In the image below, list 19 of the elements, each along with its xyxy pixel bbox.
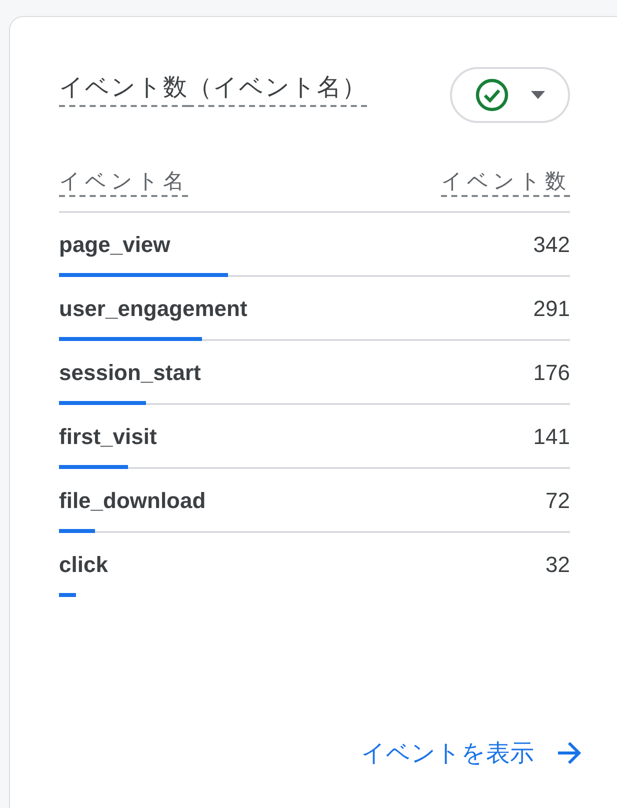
event-name[interactable]: first_visit [59, 423, 157, 451]
event-count: 141 [533, 423, 570, 451]
caret-icon [531, 91, 545, 99]
arrow-right-icon [556, 741, 582, 765]
event-count: 291 [533, 295, 570, 323]
view-events-link[interactable]: イベントを表示 [361, 735, 582, 771]
event-name[interactable]: session_start [59, 359, 201, 387]
event-count: 342 [533, 231, 570, 259]
event-name[interactable]: page_view [59, 231, 170, 259]
column-header[interactable]: イベント名 [59, 167, 188, 197]
metric-title[interactable]: イベント数 [59, 69, 188, 107]
event-name[interactable]: user_engagement [59, 295, 248, 323]
column-header[interactable]: イベント数 [441, 167, 570, 197]
event-count: 32 [546, 551, 570, 579]
event-count: 176 [533, 359, 570, 387]
event-name[interactable]: click [59, 551, 108, 579]
dimension-title[interactable]: （イベント名） [188, 69, 367, 107]
event-count: 72 [546, 487, 570, 515]
event-name[interactable]: file_download [59, 487, 206, 515]
